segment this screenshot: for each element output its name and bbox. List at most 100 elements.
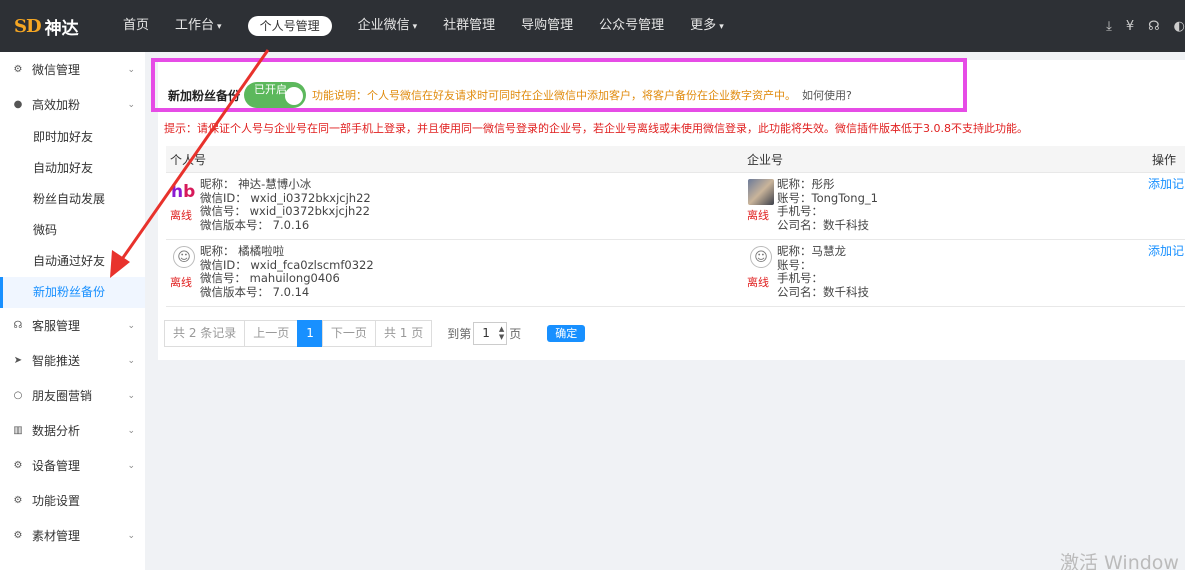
chevron-down-icon: ⌄ — [127, 99, 135, 110]
add-record-link[interactable]: 添加记 — [1148, 173, 1185, 239]
chevron-down-icon: ⌄ — [127, 460, 135, 471]
add-record-link[interactable]: 添加记 — [1148, 240, 1185, 306]
corp-account: 账号： — [777, 257, 812, 272]
status-badge: 离线 — [747, 276, 769, 289]
nav-personal-account-label: 个人号管理 — [247, 16, 332, 36]
top-nav-items: 首页 工作台 ▾ 个人号管理 企业微信 ▾ 社群管理 导购管理 公众号管理 更多 ▾ — [110, 0, 737, 52]
corp-nickname: 昵称：马慧龙 — [777, 244, 846, 258]
status-badge: 离线 — [747, 209, 769, 222]
goto-page-input[interactable]: 1 ▲ ▼ — [473, 322, 508, 345]
gears-icon: ⚙ — [13, 460, 23, 471]
nav-more[interactable]: 更多 ▾ — [677, 0, 737, 52]
sidebar-group-label: 智能推送 — [32, 354, 81, 368]
sidebar-group-fans[interactable]: ● 高效加粉 ⌄ — [0, 87, 145, 122]
sidebar-group-service[interactable]: ☊ 客服管理 ⌄ — [0, 308, 145, 343]
nav-shopping-guide-label: 导购管理 — [521, 18, 574, 33]
function-description: 功能说明：个人号微信在好友请求时可同时在企业微信中添加客户，将客户备份在企业数字… — [312, 87, 852, 103]
goto-page-value: 1 — [482, 326, 490, 340]
more-icon[interactable]: ◐ — [1174, 19, 1185, 34]
nav-official-account[interactable]: 公众号管理 — [586, 0, 677, 52]
table-header: 个人号 企业号 操作 — [166, 146, 1185, 173]
personal-nickname: 昵称： 神达-慧博小冰 — [200, 177, 312, 191]
corp-company: 公司名：数千科技 — [777, 284, 869, 299]
gears-icon: ⚙ — [13, 64, 23, 75]
avatar — [748, 179, 774, 205]
nav-community[interactable]: 社群管理 — [430, 0, 508, 52]
sidebar-group-wechat[interactable]: ⚙ 微信管理 ⌄ — [0, 52, 145, 87]
top-right-icons: ⤓ ¥ ☊ ◐ — [1092, 0, 1185, 52]
chevron-down-icon: ▾ — [217, 22, 222, 32]
chart-icon: ▥ — [13, 425, 23, 436]
status-badge: 离线 — [170, 209, 192, 222]
accounts-table: 个人号 企业号 操作 hb 离线 昵称： 神达-慧博小冰 微信ID： wxid_… — [166, 146, 1185, 307]
chat-icon: ○ — [13, 390, 23, 401]
sidebar-item-fan-growth[interactable]: 粉丝自动发展 — [0, 184, 145, 215]
sidebar-group-devices[interactable]: ⚙ 设备管理 ⌄ — [0, 448, 145, 483]
headset-icon: ☊ — [13, 320, 23, 331]
download-icon[interactable]: ⤓ — [1106, 19, 1112, 34]
pager-next-button[interactable]: 下一页 — [321, 320, 376, 347]
sidebar-group-push[interactable]: ➤ 智能推送 ⌄ — [0, 343, 145, 378]
pager-prev-button[interactable]: 上一页 — [244, 320, 299, 347]
nav-workbench-label: 工作台 — [175, 18, 215, 33]
goto-suffix: 页 — [509, 327, 522, 341]
personal-version: 微信版本号： 7.0.14 — [200, 284, 310, 299]
sidebar-group-label: 朋友圈营销 — [32, 389, 93, 403]
personal-wxid: 微信ID： wxid_i0372bkxjcjh22 — [200, 190, 371, 205]
personal-wxno: 微信号： wxid_i0372bkxjcjh22 — [200, 204, 370, 218]
header-action: 操作 — [1152, 152, 1177, 167]
sidebar-item-auto-add[interactable]: 自动加好友 — [0, 153, 145, 184]
toggle-text: 已开启 — [254, 83, 288, 96]
nav-personal-account[interactable]: 个人号管理 — [235, 0, 345, 52]
avatar: hb — [171, 182, 196, 202]
nav-shopping-guide[interactable]: 导购管理 — [508, 0, 586, 52]
main-panel: 新加粉丝备份 已开启 功能说明：个人号微信在好友请求时可同时在企业微信中添加客户… — [151, 58, 1185, 360]
header-corp: 企业号 — [747, 152, 784, 167]
sidebar-item-wecode[interactable]: 微码 — [0, 215, 145, 246]
sidebar-group-settings[interactable]: ⚙ 功能设置 — [0, 483, 145, 518]
corp-account: 账号：TongTong_1 — [777, 190, 878, 205]
chevron-down-icon: ⌄ — [127, 390, 135, 401]
sidebar-group-materials[interactable]: ⚙ 素材管理 ⌄ — [0, 518, 145, 553]
table-row: hb 离线 昵称： 神达-慧博小冰 微信ID： wxid_i0372bkxjcj… — [166, 173, 1185, 240]
chevron-down-icon: ⌄ — [127, 425, 135, 436]
sidebar-group-moments[interactable]: ○ 朋友圈营销 ⌄ — [0, 378, 145, 413]
sidebar-item-auto-accept[interactable]: 自动通过好友 — [0, 246, 145, 277]
yen-icon[interactable]: ¥ — [1126, 19, 1134, 34]
headset-icon[interactable]: ☊ — [1148, 19, 1160, 34]
backup-toggle[interactable]: 已开启 — [244, 82, 307, 108]
stepper-icon[interactable]: ▲ ▼ — [499, 325, 504, 341]
sidebar-group-analytics[interactable]: ▥ 数据分析 ⌄ — [0, 413, 145, 448]
warning-tip: 提示：请保证个人号与企业号在同一部手机上登录，并且使用同一微信号登录的企业号，若… — [164, 122, 1028, 135]
nav-enterprise-wechat[interactable]: 企业微信 ▾ — [345, 0, 431, 52]
pager-page-1[interactable]: 1 — [297, 320, 323, 347]
confirm-button[interactable]: 确定 — [547, 325, 586, 342]
sidebar-group-label: 功能设置 — [32, 494, 81, 508]
activation-watermark: 激活 Window — [1060, 552, 1179, 570]
nav-enterprise-wechat-label: 企业微信 — [357, 18, 410, 33]
goto-prefix: 到第 — [447, 327, 472, 341]
corp-company: 公司名：数千科技 — [777, 217, 869, 232]
chevron-down-icon: ⌄ — [127, 355, 135, 366]
sidebar-group-label: 素材管理 — [32, 529, 81, 543]
chevron-down-icon: ⌄ — [127, 320, 135, 331]
nav-home[interactable]: 首页 — [110, 0, 162, 52]
chevron-down-icon: ▾ — [719, 22, 724, 32]
sidebar-item-instant-add[interactable]: 即时加好友 — [0, 122, 145, 153]
pagination: 共 2 条记录 上一页 1 下一页 共 1 页 到第 1 ▲ ▼ 页 确定 — [164, 320, 586, 347]
logo-mark: SD — [14, 15, 42, 37]
avatar: ☺ — [173, 246, 195, 268]
setting-label: 新加粉丝备份 — [168, 88, 241, 103]
chevron-down-icon: ▾ — [412, 22, 418, 32]
how-to-use-link[interactable]: 如何使用? — [802, 89, 852, 102]
sidebar-item-new-fan-backup[interactable]: 新加粉丝备份 — [0, 277, 145, 308]
personal-nickname: 昵称： 橘橘啦啦 — [200, 244, 285, 258]
personal-cell: ☺ 离线 昵称： 橘橘啦啦 微信ID： wxid_fca0zlscmf0322 … — [166, 240, 743, 306]
corp-phone: 手机号： — [777, 204, 823, 218]
pager-pages: 共 1 页 — [374, 320, 433, 347]
nav-workbench[interactable]: 工作台 ▾ — [162, 0, 235, 52]
brand-logo[interactable]: SD 神达 — [0, 14, 110, 39]
nav-official-account-label: 公众号管理 — [599, 18, 665, 33]
gears-icon: ⚙ — [13, 530, 23, 541]
sidebar-group-label: 微信管理 — [32, 63, 81, 77]
